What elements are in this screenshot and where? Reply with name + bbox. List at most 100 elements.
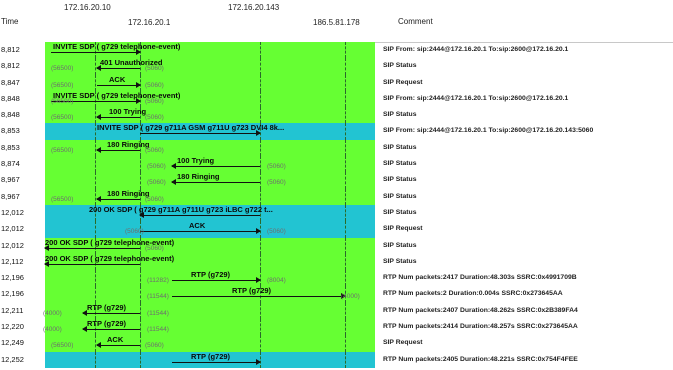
flow-row[interactable]: 8,812 INVITE SDP ( g729 telephone-event) S… xyxy=(0,42,673,59)
row-time: 8,853 xyxy=(0,139,46,157)
host-lifeline xyxy=(345,156,346,173)
destination-port: (5060) xyxy=(145,114,164,122)
host-lifeline xyxy=(260,302,261,320)
flow-cell[interactable]: ACK (56500) (5060) xyxy=(45,74,375,91)
host-lifeline xyxy=(260,319,261,336)
flow-row[interactable]: 8,853 180 Ringing (56500) (5060) SIP Status xyxy=(0,139,673,157)
row-time: 8,848 xyxy=(0,90,46,108)
host-lifeline xyxy=(345,139,346,157)
flow-cell[interactable]: ACK (5060) (5060) xyxy=(45,221,375,238)
flow-row[interactable]: 12,012 ACK (5060) (5060) SIP Request xyxy=(0,221,673,238)
flow-row[interactable]: 8,812 401 Unauthorized (56500) (5060) SIP St… xyxy=(0,58,673,75)
destination-port: (5060) xyxy=(267,179,286,187)
message-label: 200 OK SDP ( g729 telephone-event) xyxy=(45,253,175,263)
flow-row[interactable]: 8,853 INVITE SDP ( g729 g711A GSM g711U g… xyxy=(0,123,673,140)
row-comment: SIP Status xyxy=(383,208,417,216)
source-port: (5060) xyxy=(147,179,166,187)
arrow-left xyxy=(82,326,140,333)
host-lifeline xyxy=(260,188,261,205)
flow-cell[interactable]: RTP (g729) (4000) (11544) xyxy=(43,319,375,336)
arrow-left xyxy=(96,195,140,202)
flow-cell[interactable]: 100 Trying (56500) (5060) xyxy=(45,107,375,124)
source-port: (4000) xyxy=(43,309,62,317)
arrow-left xyxy=(171,179,260,186)
host-lifeline xyxy=(345,270,346,287)
flow-cell[interactable]: 180 Ringing (56500) (5060) xyxy=(45,188,375,205)
message-label: RTP (g729) xyxy=(232,286,272,296)
row-time: 8,848 xyxy=(0,107,46,124)
flow-row[interactable]: 12,196 RTP (g729) (11282) (8004) RTP Num pac… xyxy=(0,270,673,287)
flow-graph-window: Time 172.16.20.10 172.16.20.1 172.16.20.… xyxy=(0,0,673,370)
source-port: (56500) xyxy=(51,146,74,154)
destination-port: (11544) xyxy=(147,326,169,334)
destination-port: (5060) xyxy=(267,228,286,236)
flow-cell[interactable]: 200 OK SDP ( g729 g711A g711U g723 iLBC … xyxy=(45,204,375,222)
arrow-right xyxy=(172,293,346,300)
row-comment: SIP Request xyxy=(383,339,423,347)
flow-row[interactable]: 8,967 180 Ringing (5060) (5060) SIP Status xyxy=(0,172,673,189)
flow-row[interactable]: 12,196 RTP (g729) (11544) (4000) RTP Num pac… xyxy=(0,286,673,303)
flow-cell[interactable]: RTP (g729) xyxy=(45,351,375,368)
arrow-right xyxy=(140,130,261,137)
flow-cell[interactable]: RTP (g729) (11544) (4000) xyxy=(45,286,375,303)
flow-row[interactable]: 12,249 ACK (56500) (5060) SIP Request xyxy=(0,335,673,352)
flow-row[interactable]: 12,252 RTP (g729) RTP Num packets:2405 Dur… xyxy=(0,351,673,368)
host-lifeline xyxy=(345,351,346,368)
row-time: 12,220 xyxy=(0,319,46,336)
arrow-left xyxy=(44,260,140,267)
source-port: (56500) xyxy=(51,97,74,105)
flow-row[interactable]: 12,012 200 OK SDP ( g729 telephone-event)… xyxy=(0,237,673,254)
message-label: 180 Ringing xyxy=(107,139,150,149)
row-time: 12,211 xyxy=(0,302,46,320)
source-port: (56500) xyxy=(51,195,74,203)
host-lifeline xyxy=(345,302,346,320)
row-time: 8,847 xyxy=(0,74,46,91)
row-comment: SIP Status xyxy=(383,62,417,70)
host-lifeline xyxy=(345,107,346,124)
flow-cell[interactable]: INVITE SDP ( g729 g711A GSM g711U g723 D… xyxy=(45,123,375,140)
host-lifeline xyxy=(345,74,346,91)
flow-cell[interactable]: 180 Ringing (56500) (5060) xyxy=(45,139,375,157)
flow-row[interactable]: 12,211 RTP (g729) (4000) (11544) RTP Num pac… xyxy=(0,302,673,320)
flow-cell[interactable]: 100 Trying (5060) (5060) xyxy=(45,156,375,173)
row-time: 12,012 xyxy=(0,204,46,222)
row-time: 12,012 xyxy=(0,221,46,238)
flow-cell[interactable]: RTP (g729) (4000) (11544) xyxy=(43,302,375,320)
flow-cell[interactable]: 200 OK SDP ( g729 telephone-event) (5060) xyxy=(44,237,375,254)
flow-cell[interactable]: INVITE SDP ( g729 telephone-event) xyxy=(45,42,375,59)
host-lifeline xyxy=(260,156,261,173)
comment-column-header[interactable]: Comment xyxy=(398,17,433,26)
time-column-header[interactable]: Time xyxy=(1,17,18,26)
message-label: 180 Ringing xyxy=(107,188,150,198)
flow-row[interactable]: 12,112 200 OK SDP ( g729 telephone-event)… xyxy=(0,253,673,271)
row-time: 12,196 xyxy=(0,286,46,303)
flow-row[interactable]: 12,012 200 OK SDP ( g729 g711A g711U g723… xyxy=(0,204,673,222)
flow-row[interactable]: 8,874 100 Trying (5060) (5060) SIP Status xyxy=(0,156,673,173)
row-comment: SIP From: sip:2444@172.16.20.1 To:sip:26… xyxy=(383,46,569,53)
message-label: INVITE SDP ( g729 telephone-event) xyxy=(53,42,181,51)
row-time: 12,196 xyxy=(0,270,46,287)
flow-cell[interactable]: INVITE SDP ( g729 telephone-event) (56500… xyxy=(45,90,375,108)
row-comment: SIP Status xyxy=(383,143,417,151)
host-lifeline xyxy=(345,319,346,336)
flow-row[interactable]: 8,848 INVITE SDP ( g729 telephone-event)(… xyxy=(0,90,673,108)
arrow-right xyxy=(140,228,261,235)
flow-cell[interactable]: 401 Unauthorized (56500) (5060) xyxy=(45,58,375,75)
flow-row[interactable]: 8,848 100 Trying (56500) (5060) SIP Status xyxy=(0,107,673,124)
flow-row[interactable]: 8,847 ACK (56500) (5060) SIP Request xyxy=(0,74,673,91)
destination-port: (5060) xyxy=(145,65,164,73)
flow-cell[interactable]: ACK (56500) (5060) xyxy=(45,335,375,352)
arrow-left xyxy=(96,114,140,121)
host-lifeline xyxy=(260,253,261,271)
flow-cell[interactable]: 180 Ringing (5060) (5060) xyxy=(45,172,375,189)
flow-row[interactable]: 12,220 RTP (g729) (4000) (11544) RTP Num pac… xyxy=(0,319,673,336)
arrow-left xyxy=(82,309,140,316)
destination-port: (5060) xyxy=(267,163,286,171)
arrow-right xyxy=(172,358,261,365)
flow-cell[interactable]: 200 OK SDP ( g729 telephone-event) xyxy=(44,253,375,271)
host-lifeline xyxy=(345,42,346,59)
host-lifeline xyxy=(260,237,261,254)
flow-row[interactable]: 8,967 180 Ringing (56500) (5060) SIP Status xyxy=(0,188,673,205)
flow-cell[interactable]: RTP (g729) (11282) (8004) xyxy=(45,270,375,287)
source-port: (56500) xyxy=(51,81,74,89)
